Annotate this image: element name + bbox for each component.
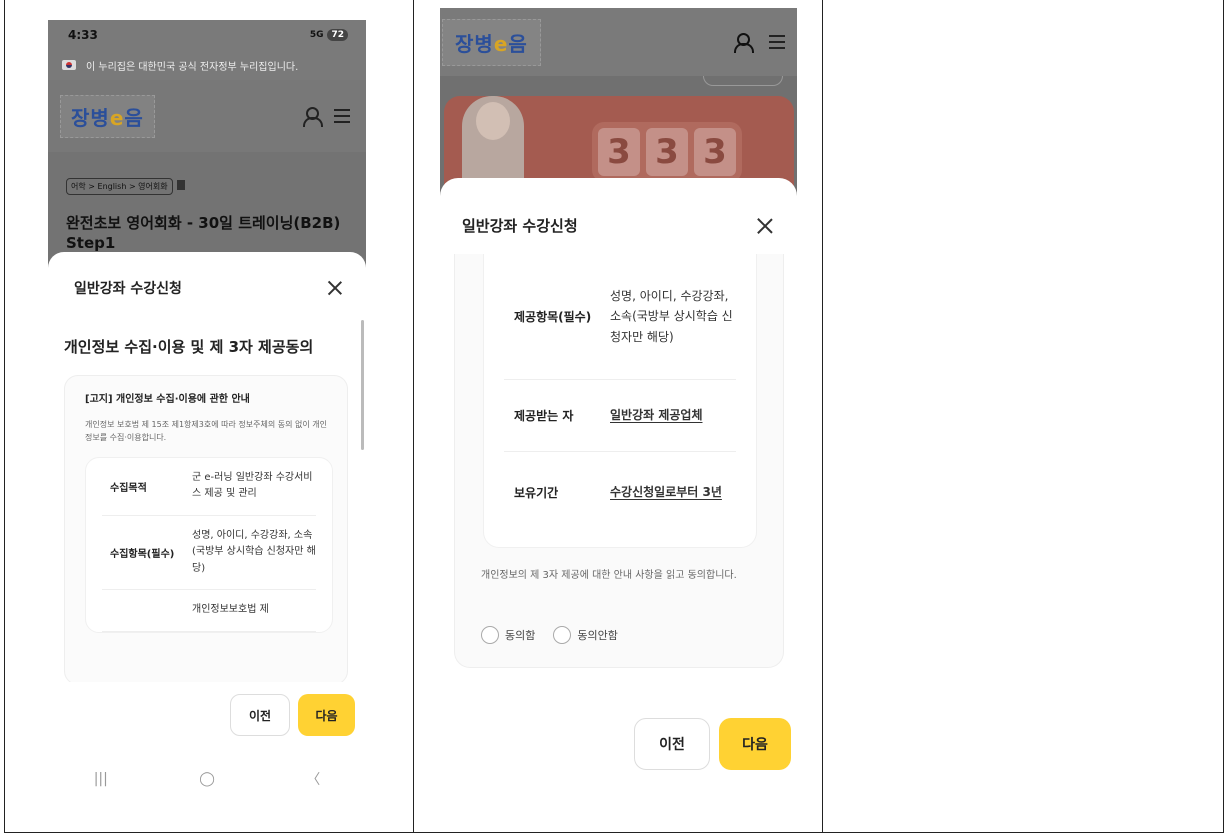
row-value: 개인정보보호법 제 [192, 604, 269, 616]
site-logo[interactable]: 장병e음 [60, 94, 155, 138]
modal-header: 일반강좌 수강신청 [48, 252, 366, 324]
row-key: 제공항목(필수) [514, 310, 592, 324]
row-value: 성명, 아이디, 수강강좌, 소속(국방부 상시학습 신청자만 해당) [192, 529, 316, 574]
row-key: 제공받는 자 [514, 409, 574, 423]
panel-divider [413, 0, 414, 833]
recent-apps-icon[interactable]: ||| [94, 771, 108, 787]
table-row: 보유기간 수강신청일로부터 3년 [504, 452, 736, 532]
collection-table: 수집목적 군 e-러닝 일반강좌 수강서비스 제공 및 관리 수집항목(필수) … [85, 456, 333, 633]
modal-scrollbar[interactable] [361, 320, 364, 450]
notice-box: [고지] 개인정보 수집·이용에 관한 안내 개인정보 보호법 제 15조 제1… [64, 375, 348, 685]
site-header: 장병e음 [440, 8, 797, 76]
notice-title: [고지] 개인정보 수집·이용에 관한 안내 [85, 394, 250, 405]
row-value-link[interactable]: 일반강좌 제공업체 [610, 405, 736, 425]
user-icon[interactable] [302, 107, 323, 127]
breadcrumb: 어학 > English > 영어회화 [66, 178, 173, 195]
third-party-table: 제공항목(필수) 성명, 아이디, 수강강좌, 소속(국방부 상시학습 신청자만… [483, 254, 757, 548]
left-phone-screen: 4:33 5G 72 이 누리집은 대한민국 공식 전자정부 누리집입니다. 장… [48, 20, 366, 796]
row-key: 수집항목(필수) [110, 548, 175, 560]
user-icon[interactable] [733, 33, 754, 53]
agree-radio[interactable]: 동의함 [481, 626, 535, 644]
prev-button[interactable]: 이전 [230, 694, 290, 736]
radio-circle-icon[interactable] [553, 626, 572, 644]
network-label: 5G [309, 30, 324, 40]
site-logo[interactable]: 장병e음 [442, 18, 541, 66]
row-key: 수집목적 [110, 482, 147, 494]
status-bar: 4:33 5G 72 [48, 20, 366, 50]
next-button[interactable]: 다음 [298, 694, 355, 736]
row-value: 성명, 아이디, 수강강좌, 소속(국방부 상시학습 신청자만 해당) [610, 288, 733, 344]
status-icons: 5G 72 [310, 29, 348, 41]
gov-banner-text: 이 누리집은 대한민국 공식 전자정부 누리집입니다. [86, 61, 299, 73]
row-key: 보유기간 [514, 485, 559, 500]
consent-section-title: 개인정보 수집·이용 및 제 3자 제공동의 [64, 338, 314, 356]
slot-machine-image: 3 3 3 [592, 122, 742, 182]
close-icon[interactable] [328, 281, 342, 295]
table-row: 수집목적 군 e-러닝 일반강좌 수강서비스 제공 및 관리 [102, 458, 316, 516]
modal-title: 일반강좌 수강신청 [462, 216, 578, 235]
prev-button[interactable]: 이전 [634, 718, 710, 770]
modal-footer: 이전 다음 [48, 682, 366, 762]
row-value: 군 e-러닝 일반강좌 수강서비스 제공 및 관리 [192, 471, 313, 500]
agree-label[interactable]: 동의함 [505, 627, 535, 643]
disagree-label[interactable]: 동의안함 [577, 627, 617, 643]
table-row: 개인정보보호법 제 [102, 590, 316, 632]
row-value-link[interactable]: 수강신청일로부터 3년 [610, 482, 736, 502]
enroll-modal: 일반강좌 수강신청 제공항목(필수) 성명, 아이디, 수강강좌, 소속(국방부… [440, 178, 797, 688]
table-row: 제공항목(필수) 성명, 아이디, 수강강좌, 소속(국방부 상시학습 신청자만… [504, 254, 736, 380]
battery-icon: 72 [327, 29, 348, 41]
slot-digit: 3 [646, 128, 688, 176]
third-party-box: 제공항목(필수) 성명, 아이디, 수강강좌, 소속(국방부 상시학습 신청자만… [454, 254, 784, 668]
slot-digit: 3 [598, 128, 640, 176]
radio-circle-icon[interactable] [481, 626, 499, 644]
back-icon[interactable]: 〈 [306, 769, 320, 789]
enroll-modal: 일반강좌 수강신청 개인정보 수집·이용 및 제 3자 제공동의 [고지] 개인… [48, 252, 366, 762]
disagree-radio[interactable]: 동의안함 [553, 626, 618, 644]
korea-flag-icon [62, 60, 76, 70]
android-nav-bar: ||| ◯ 〈 [48, 762, 366, 796]
hamburger-menu-icon[interactable] [769, 35, 785, 49]
agree-notice: 개인정보의 제 3자 제공에 대한 안내 사항을 읽고 동의합니다. [481, 570, 737, 581]
hamburger-menu-icon[interactable] [334, 109, 350, 123]
home-icon[interactable]: ◯ [199, 771, 215, 787]
site-header: 장병e음 [48, 80, 366, 152]
panel-divider [822, 0, 823, 833]
consent-radio-group: 동의함 동의안함 [481, 626, 618, 644]
close-icon[interactable] [757, 218, 771, 232]
notice-description: 개인정보 보호법 제 15조 제1항제3호에 따라 정보주체의 동의 없이 개인… [85, 420, 327, 442]
modal-title: 일반강좌 수강신청 [74, 281, 182, 297]
book-icon [176, 179, 185, 190]
table-row: 제공받는 자 일반강좌 제공업체 [504, 380, 736, 452]
next-button[interactable]: 다음 [719, 718, 791, 770]
gov-banner: 이 누리집은 대한민국 공식 전자정부 누리집입니다. [48, 50, 366, 80]
course-title: 완전초보 영어회화 - 30일 트레이닝(B2B) Step1 [66, 214, 341, 253]
status-time: 4:33 [68, 28, 98, 42]
banner-pill [703, 76, 783, 86]
table-row: 수집항목(필수) 성명, 아이디, 수강강좌, 소속(국방부 상시학습 신청자만… [102, 516, 316, 591]
right-phone-screen: 장병e음 3 3 3 일반강좌 수강신청 제공항목(필수) 성명, 아이디, 수… [440, 8, 797, 688]
slot-digit: 3 [694, 128, 736, 176]
